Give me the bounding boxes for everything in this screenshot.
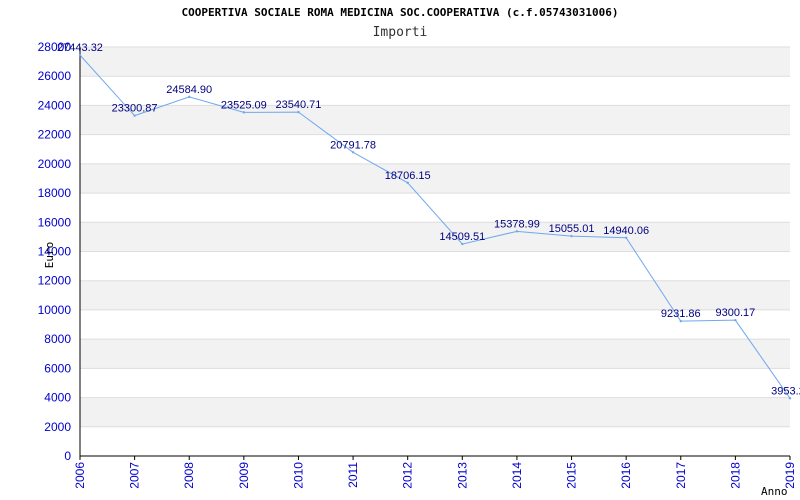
y-tick-label: 6000: [44, 361, 71, 375]
data-point: [242, 111, 246, 114]
x-tick-label: 2011: [346, 462, 360, 488]
data-point: [788, 397, 792, 400]
y-tick-label: 22000: [38, 128, 72, 142]
data-label: 20791.78: [330, 139, 376, 151]
data-label: 23540.71: [276, 99, 322, 111]
grid-band: [80, 251, 790, 281]
y-axis-label: Euro: [43, 242, 56, 269]
grid-band: [80, 368, 790, 398]
y-tick-label: 20000: [38, 157, 72, 171]
x-tick-label: 2006: [73, 462, 87, 489]
x-tick-label: 2009: [237, 462, 251, 489]
y-tick-label: 10000: [38, 303, 72, 317]
y-tick-label: 16000: [38, 215, 72, 229]
data-point: [624, 236, 628, 239]
y-tick-label: 8000: [44, 332, 71, 346]
y-tick-label: 24000: [38, 98, 72, 112]
grid-band: [80, 339, 790, 369]
data-label: 24584.90: [166, 84, 212, 96]
x-tick-labels: 2006 2007 2008 2009 2010 2011 2012 2013 2014 2015…: [73, 456, 797, 489]
data-label: 18706.15: [385, 170, 431, 182]
data-point: [297, 110, 300, 114]
data-point: [188, 95, 191, 99]
data-point: [351, 151, 355, 154]
data-label: 15055.01: [549, 223, 595, 235]
y-tick-label: 18000: [38, 186, 72, 200]
grid-band: [80, 105, 790, 135]
grid-band: [80, 222, 790, 252]
x-tick-label: 2010: [291, 462, 305, 489]
data-point: [406, 181, 409, 184]
data-label: 3953.2: [771, 385, 800, 397]
data-label: 9300.17: [716, 307, 756, 319]
x-axis-label: Anno: [761, 485, 788, 498]
data-point: [461, 242, 464, 246]
x-tick-label: 2013: [455, 462, 469, 489]
y-tick-label: 0: [64, 449, 71, 463]
y-tick-label: 4000: [44, 391, 71, 405]
x-tick-label: 2017: [674, 462, 688, 489]
data-label: 27443.32: [57, 42, 103, 54]
grid-band: [80, 397, 790, 427]
data-label: 9231.86: [661, 308, 701, 320]
x-tick-label: 2015: [565, 462, 579, 489]
grid-band: [80, 163, 790, 194]
x-tick-label: 2008: [182, 462, 196, 489]
grid-band: [80, 47, 790, 77]
grid-band: [80, 193, 790, 223]
y-tick-label: 12000: [38, 274, 72, 288]
data-point: [78, 53, 82, 57]
data-label: 23300.87: [112, 103, 158, 115]
x-tick-label: 2012: [401, 462, 415, 489]
data-point: [570, 234, 573, 238]
x-tick-label: 2007: [128, 462, 142, 489]
data-point: [133, 114, 136, 117]
y-tick-label: 2000: [44, 420, 71, 434]
x-tick-label: 2016: [619, 462, 633, 489]
data-label: 14509.51: [439, 231, 485, 243]
line-chart: 0200040006000800010000120001400016000180…: [38, 40, 800, 498]
data-label: 15378.99: [494, 218, 540, 230]
grid-band: [80, 426, 790, 456]
data-point: [679, 319, 682, 323]
x-tick-label: 2018: [728, 462, 742, 489]
grid-band: [80, 134, 790, 164]
x-tick-label: 2014: [510, 462, 524, 489]
grid-band: [80, 280, 790, 310]
data-label: 14940.06: [603, 225, 649, 237]
data-point: [515, 230, 519, 233]
data-label: 23525.09: [221, 99, 267, 111]
y-tick-label: 26000: [38, 69, 72, 83]
data-point: [734, 318, 737, 322]
